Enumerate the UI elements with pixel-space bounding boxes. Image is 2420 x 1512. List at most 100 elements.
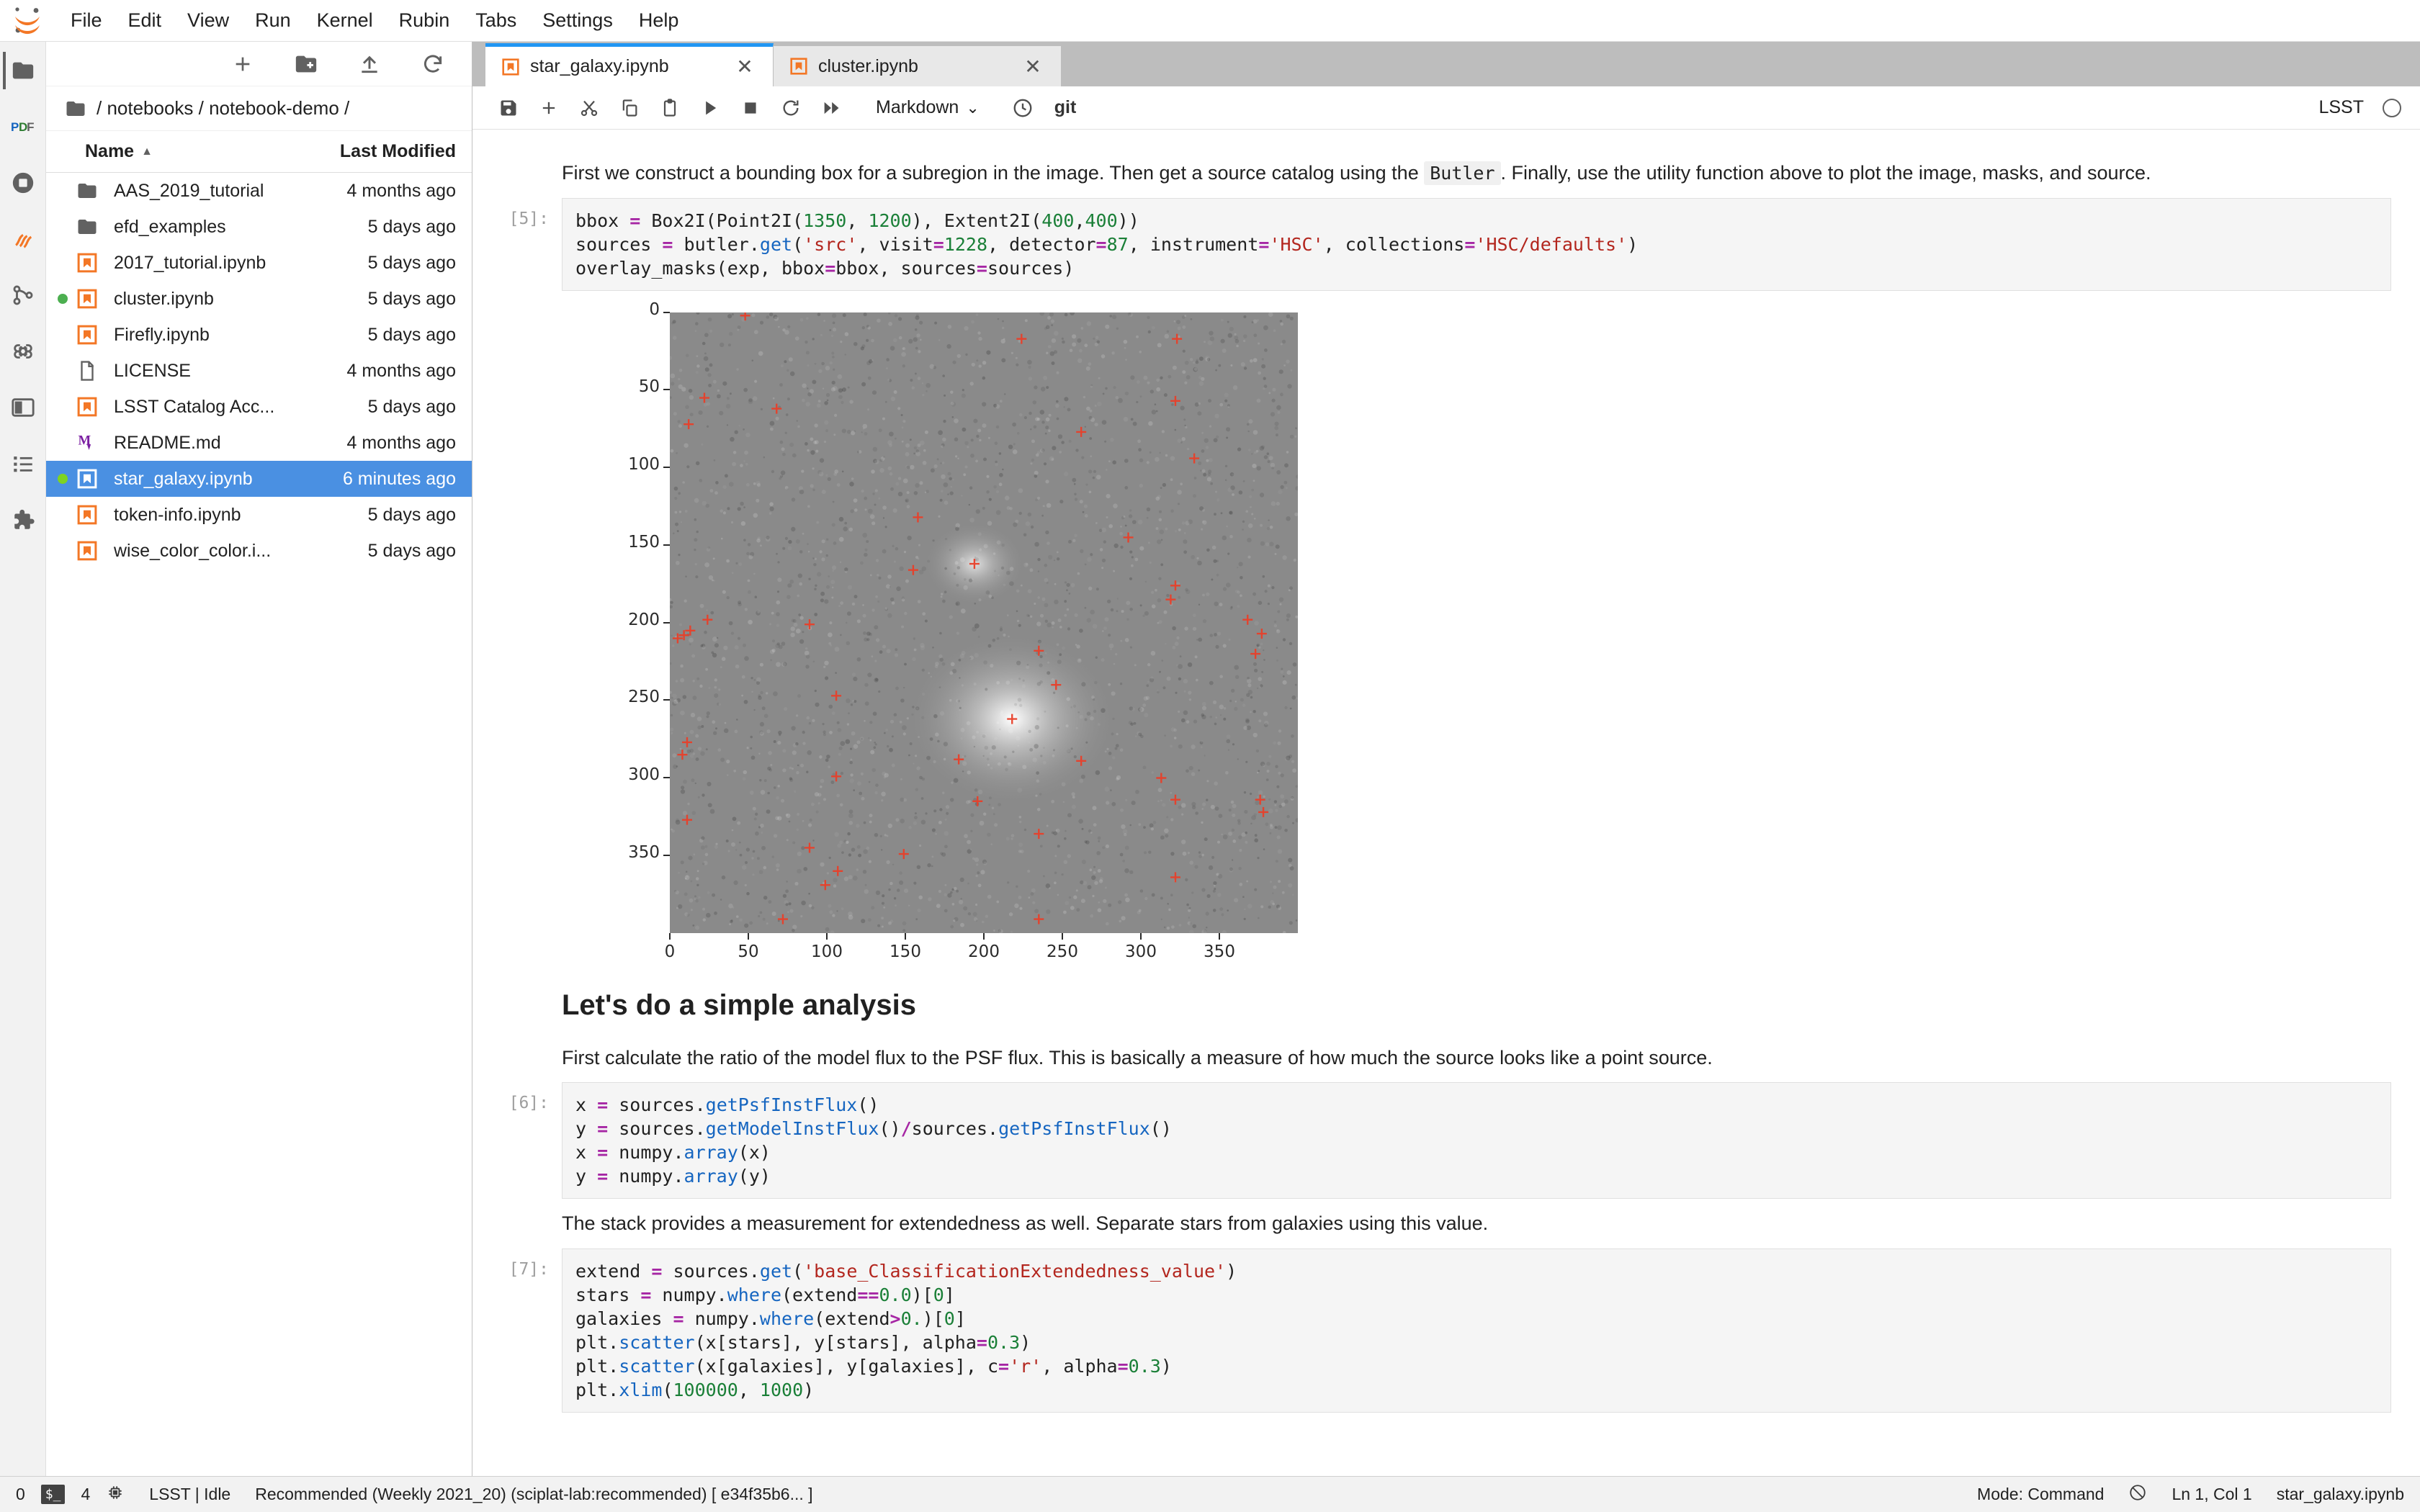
column-header-name[interactable]: Name ▲ [46, 141, 313, 162]
cell-prompt: [7]: [508, 1259, 549, 1279]
restart-kernel-button[interactable] [771, 89, 811, 127]
notebook-cell[interactable]: [6]: x = sources.getPsfInstFlux() y = sour… [472, 1082, 2391, 1199]
file-name: cluster.ipynb [114, 288, 214, 309]
file-type-icon [72, 324, 102, 346]
menu-run[interactable]: Run [242, 5, 304, 36]
file-last-modified: 6 minutes ago [342, 468, 456, 489]
notebook-cells: First we construct a bounding box for a … [472, 130, 2420, 1413]
breadcrumb-path: / notebooks / notebook-demo / [97, 97, 350, 119]
refresh-button[interactable] [418, 50, 447, 78]
sidebar-item-table-of-contents[interactable] [4, 445, 42, 482]
file-browser-panel: / notebooks / notebook-demo / Name ▲ Las… [46, 42, 472, 1476]
file-type-icon: M [72, 432, 102, 454]
file-list-item[interactable]: efd_examples 5 days ago [46, 209, 472, 245]
new-folder-button[interactable] [292, 50, 321, 78]
notebook-cell[interactable]: First we construct a bounding box for a … [472, 148, 2391, 198]
file-list-item[interactable]: cluster.ipynb 5 days ago [46, 281, 472, 317]
file-list-item[interactable]: star_galaxy.ipynb 6 minutes ago [46, 461, 472, 497]
menu-settings[interactable]: Settings [529, 5, 626, 36]
file-list-item[interactable]: token-info.ipynb 5 days ago [46, 497, 472, 533]
notebook-cell[interactable]: [7]: extend = sources.get('base_Classific… [472, 1248, 2391, 1413]
notebook-cell[interactable]: Let's do a simple analysis [472, 971, 2391, 1033]
file-last-modified: 5 days ago [367, 540, 456, 561]
notebook-panel[interactable]: First we construct a bounding box for a … [472, 130, 2420, 1476]
tab-star_galaxy-ipynb[interactable]: star_galaxy.ipynb ✕ [485, 43, 774, 86]
sidebar-item-pdf[interactable]: P D F [4, 108, 42, 145]
file-name: LSST Catalog Acc... [114, 396, 275, 417]
code-editor[interactable]: bbox = Box2I(Point2I(1350, 1200), Extent… [562, 197, 2391, 291]
menu-edit[interactable]: Edit [115, 5, 175, 36]
breadcrumb[interactable]: / notebooks / notebook-demo / [46, 86, 472, 131]
tab-close-icon[interactable]: ✕ [732, 55, 757, 78]
code-editor[interactable]: x = sources.getPsfInstFlux() y = sources.… [562, 1082, 2391, 1199]
file-list-item[interactable]: Firefly.ipynb 5 days ago [46, 317, 472, 353]
cell-content[interactable]: x = sources.getPsfInstFlux() y = sources.… [562, 1082, 2391, 1199]
sidebar-item-running[interactable] [4, 164, 42, 202]
menu-file[interactable]: File [58, 5, 115, 36]
cell-content[interactable]: extend = sources.get('base_Classificatio… [562, 1248, 2391, 1413]
code-editor[interactable]: extend = sources.get('base_Classificatio… [562, 1248, 2391, 1413]
file-type-icon [72, 468, 102, 490]
interrupt-kernel-button[interactable] [730, 89, 771, 127]
sidebar-item-commands[interactable] [4, 333, 42, 370]
markdown-paragraph: First calculate the ratio of the model f… [562, 1046, 1713, 1068]
menu-view[interactable]: View [174, 5, 242, 36]
notification-off-icon[interactable] [2128, 1483, 2147, 1506]
tab-label: star_galaxy.ipynb [530, 56, 669, 76]
file-list-item[interactable]: 2017_tutorial.ipynb 5 days ago [46, 245, 472, 281]
cell-type-select[interactable]: Markdown ⌄ [866, 93, 990, 122]
notebook-cell[interactable]: [5]: bbox = Box2I(Point2I(1350, 1200), Ex… [472, 197, 2391, 971]
kernels-count[interactable]: 4 [81, 1485, 90, 1504]
copy-cell-button[interactable] [609, 89, 650, 127]
git-button[interactable]: git [1043, 97, 1088, 118]
upload-button[interactable] [355, 50, 384, 78]
file-list-item[interactable]: LICENSE 4 months ago [46, 353, 472, 389]
menu-tabs[interactable]: Tabs [462, 5, 529, 36]
file-list-item[interactable]: M README.md 4 months ago [46, 425, 472, 461]
file-list: AAS_2019_tutorial 4 months ago efd_example… [46, 173, 472, 1476]
sidebar-item-property-inspector[interactable] [4, 389, 42, 426]
file-list-item[interactable]: wise_color_color.i... 5 days ago [46, 533, 472, 569]
cell-content[interactable]: Let's do a simple analysis [562, 971, 2391, 1033]
cell-content[interactable]: First we construct a bounding box for a … [562, 148, 2391, 198]
column-header-last-modified[interactable]: Last Modified [313, 141, 472, 162]
new-launcher-button[interactable] [228, 50, 257, 78]
sidebar-item-file-browser[interactable] [2, 52, 40, 89]
file-list-item[interactable]: AAS_2019_tutorial 4 months ago [46, 173, 472, 209]
chip-icon[interactable] [106, 1483, 125, 1506]
file-last-modified: 5 days ago [367, 216, 456, 237]
sort-caret-icon: ▲ [141, 145, 153, 158]
execution-history-button[interactable] [1003, 89, 1043, 127]
restart-kernel-and-run-all-button[interactable] [811, 89, 851, 127]
save-button[interactable] [488, 89, 529, 127]
kernel-status-icon[interactable] [2383, 98, 2401, 117]
kernel-status-text[interactable]: LSST | Idle [149, 1485, 230, 1504]
cursor-position[interactable]: Ln 1, Col 1 [2172, 1485, 2251, 1504]
cell-content[interactable]: First calculate the ratio of the model f… [562, 1033, 2391, 1083]
cell-prompt [472, 1033, 562, 1045]
sidebar-item-extension-manager[interactable] [4, 501, 42, 539]
terminal-icon[interactable]: $_ [40, 1485, 66, 1504]
sidebar-item-git[interactable] [4, 276, 42, 314]
insert-cell-button[interactable] [529, 89, 569, 127]
menu-help[interactable]: Help [626, 5, 692, 36]
file-last-modified: 5 days ago [367, 252, 456, 273]
terminals-count[interactable]: 0 [16, 1485, 25, 1504]
cell-content[interactable]: bbox = Box2I(Point2I(1350, 1200), Extent… [562, 197, 2391, 971]
image-info-text[interactable]: Recommended (Weekly 2021_20) (sciplat-la… [255, 1485, 812, 1504]
paste-cell-button[interactable] [650, 89, 690, 127]
tab-cluster-ipynb[interactable]: cluster.ipynb ✕ [774, 46, 1062, 86]
notebook-cell[interactable]: First calculate the ratio of the model f… [472, 1033, 2391, 1083]
running-indicator-dot [58, 474, 68, 484]
cell-content[interactable]: The stack provides a measurement for ext… [562, 1199, 2391, 1248]
notebook-cell[interactable]: The stack provides a measurement for ext… [472, 1199, 2391, 1248]
notebook-icon [501, 58, 520, 76]
menu-rubin[interactable]: Rubin [386, 5, 463, 36]
file-list-item[interactable]: LSST Catalog Acc... 5 days ago [46, 389, 472, 425]
tab-close-icon[interactable]: ✕ [1021, 55, 1045, 78]
menu-kernel[interactable]: Kernel [304, 5, 386, 36]
run-cell-button[interactable] [690, 89, 730, 127]
cut-cell-button[interactable] [569, 89, 609, 127]
cell-type-value: Markdown [876, 97, 959, 117]
sidebar-item-dask[interactable] [4, 220, 42, 258]
